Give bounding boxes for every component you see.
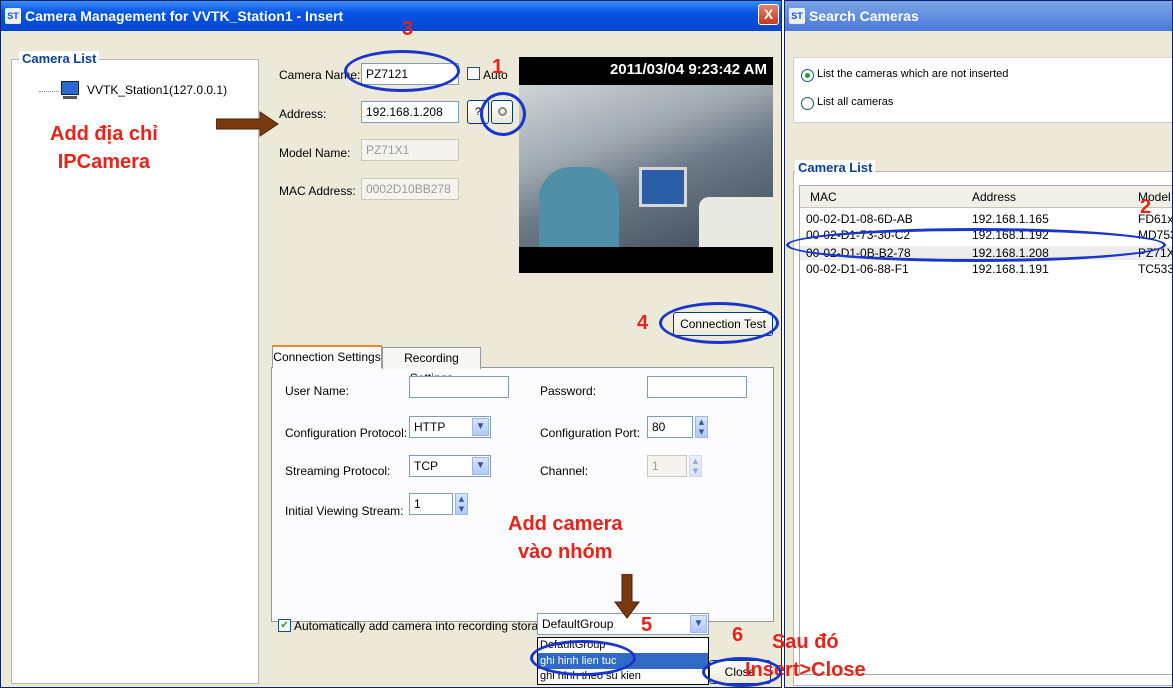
search-cameras-window: ST Search Cameras List the cameras which… (784, 0, 1173, 688)
config-port-input[interactable]: 80 (647, 416, 693, 438)
mac-address-label: MAC Address: (279, 184, 356, 198)
highlight-search-button (480, 92, 526, 136)
config-protocol-value: HTTP (414, 420, 446, 434)
computer-stand (63, 96, 77, 99)
camera-preview: 2011/03/04 9:23:42 AM (519, 57, 773, 273)
address-label: Address: (279, 107, 327, 121)
channel-input: 1 (647, 455, 687, 477)
streaming-protocol-label: Streaming Protocol: (285, 464, 391, 478)
camera-list-title: Camera List (19, 51, 100, 66)
app-icon: ST (789, 8, 805, 24)
password-label: Password: (540, 384, 597, 398)
table-header: MAC Address Model (800, 186, 1172, 208)
step-number-6: 6 (732, 624, 744, 646)
address-input[interactable]: 192.168.1.208 (361, 101, 459, 123)
highlight-table-row (786, 228, 1166, 262)
cell-address: 192.168.1.165 (972, 212, 1049, 226)
highlight-connection-test (659, 302, 779, 344)
title-bar[interactable]: ST Camera Management for VVTK_Station1 -… (1, 1, 781, 31)
tree-line (39, 91, 59, 92)
auto-add-checkbox[interactable]: ✔ (278, 619, 291, 632)
tab-connection-settings[interactable]: Connection Settings (272, 345, 382, 368)
mac-address-field: 0002D10BB278 (361, 178, 459, 200)
col-mac[interactable]: MAC (810, 190, 837, 204)
config-protocol-label: Configuration Protocol: (285, 426, 408, 440)
initial-stream-label: Initial Viewing Stream: (285, 504, 404, 518)
chevron-down-icon: ▼ (472, 418, 489, 436)
cell-model: TC5332 (1138, 262, 1172, 276)
model-name-label: Model Name: (279, 146, 351, 160)
channel-label: Channel: (540, 464, 589, 478)
search-options-panel (793, 57, 1172, 123)
streaming-protocol-select[interactable]: TCP ▼ (409, 455, 491, 477)
search-camera-list-title: Camera List (795, 160, 876, 175)
initial-stream-spinner[interactable]: ▲ ▼ (455, 493, 468, 515)
channel-spinner: ▲ ▼ (689, 455, 702, 477)
cell-mac: 00-02-D1-06-88-F1 (806, 262, 909, 276)
auto-checkbox[interactable] (467, 67, 480, 80)
radio-not-inserted[interactable] (801, 69, 814, 82)
highlight-camera-name (344, 50, 460, 92)
close-window-button[interactable]: X (758, 4, 779, 25)
arrow-right-icon (216, 111, 279, 137)
computer-icon (61, 81, 79, 95)
search-window-title: Search Cameras (809, 8, 919, 24)
chevron-down-icon: ▼ (690, 615, 707, 633)
model-name-field: PZ71X1 (361, 139, 459, 161)
tree-station-label: VVTK_Station1(127.0.0.1) (87, 83, 228, 97)
initial-stream-input[interactable]: 1 (409, 493, 453, 515)
preview-phone (699, 197, 773, 247)
user-name-input[interactable] (409, 376, 509, 398)
preview-person (539, 167, 619, 247)
annotation-add-group: Add camera vào nhóm (508, 513, 623, 563)
col-address[interactable]: Address (972, 190, 1016, 204)
preview-timestamp: 2011/03/04 9:23:42 AM (609, 61, 767, 78)
config-port-label: Configuration Port: (540, 426, 641, 440)
window-title: Camera Management for VVTK_Station1 - In… (25, 8, 344, 24)
annotation-add-address: Add địa chỉ IPCamera (50, 123, 158, 173)
arrow-down-icon (614, 574, 640, 619)
step-number-4: 4 (637, 312, 649, 334)
radio-not-inserted-label: List the cameras which are not inserted (817, 68, 1009, 80)
group-select-value: DefaultGroup (542, 617, 614, 631)
step-number-5: 5 (641, 614, 653, 636)
search-title-bar[interactable]: ST Search Cameras (785, 1, 1172, 31)
table-row[interactable]: 00-02-D1-06-88-F1 192.168.1.191 TC5332 (806, 262, 1172, 276)
preview-monitor (639, 167, 687, 207)
settings-panel (271, 367, 774, 622)
cell-address: 192.168.1.191 (972, 262, 1049, 276)
user-name-label: User Name: (285, 384, 350, 398)
radio-all-label: List all cameras (817, 96, 894, 108)
chevron-down-icon: ▼ (472, 457, 489, 475)
radio-all-cameras[interactable] (801, 97, 814, 110)
step-number-3: 3 (402, 18, 414, 40)
highlight-group-option (530, 640, 636, 676)
app-icon: ST (5, 8, 21, 24)
tree-station-item[interactable]: VVTK_Station1(127.0.0.1) (39, 81, 239, 103)
table-row[interactable]: 00-02-D1-08-6D-AB192.168.1.165FD61x1 (806, 212, 1172, 226)
config-port-spinner[interactable]: ▲ ▼ (695, 416, 708, 438)
cell-mac: 00-02-D1-08-6D-AB (806, 212, 913, 226)
auto-add-label: Automatically add camera into recording … (294, 619, 552, 633)
config-protocol-select[interactable]: HTTP ▼ (409, 416, 491, 438)
password-input[interactable] (647, 376, 747, 398)
tab-recording-settings[interactable]: Recording Settings (382, 347, 481, 385)
streaming-protocol-value: TCP (414, 459, 438, 473)
highlight-close-button (702, 657, 782, 687)
step-number-2: 2 (1140, 196, 1152, 218)
step-number-1: 1 (492, 56, 504, 78)
camera-management-window: ST Camera Management for VVTK_Station1 -… (0, 0, 782, 688)
